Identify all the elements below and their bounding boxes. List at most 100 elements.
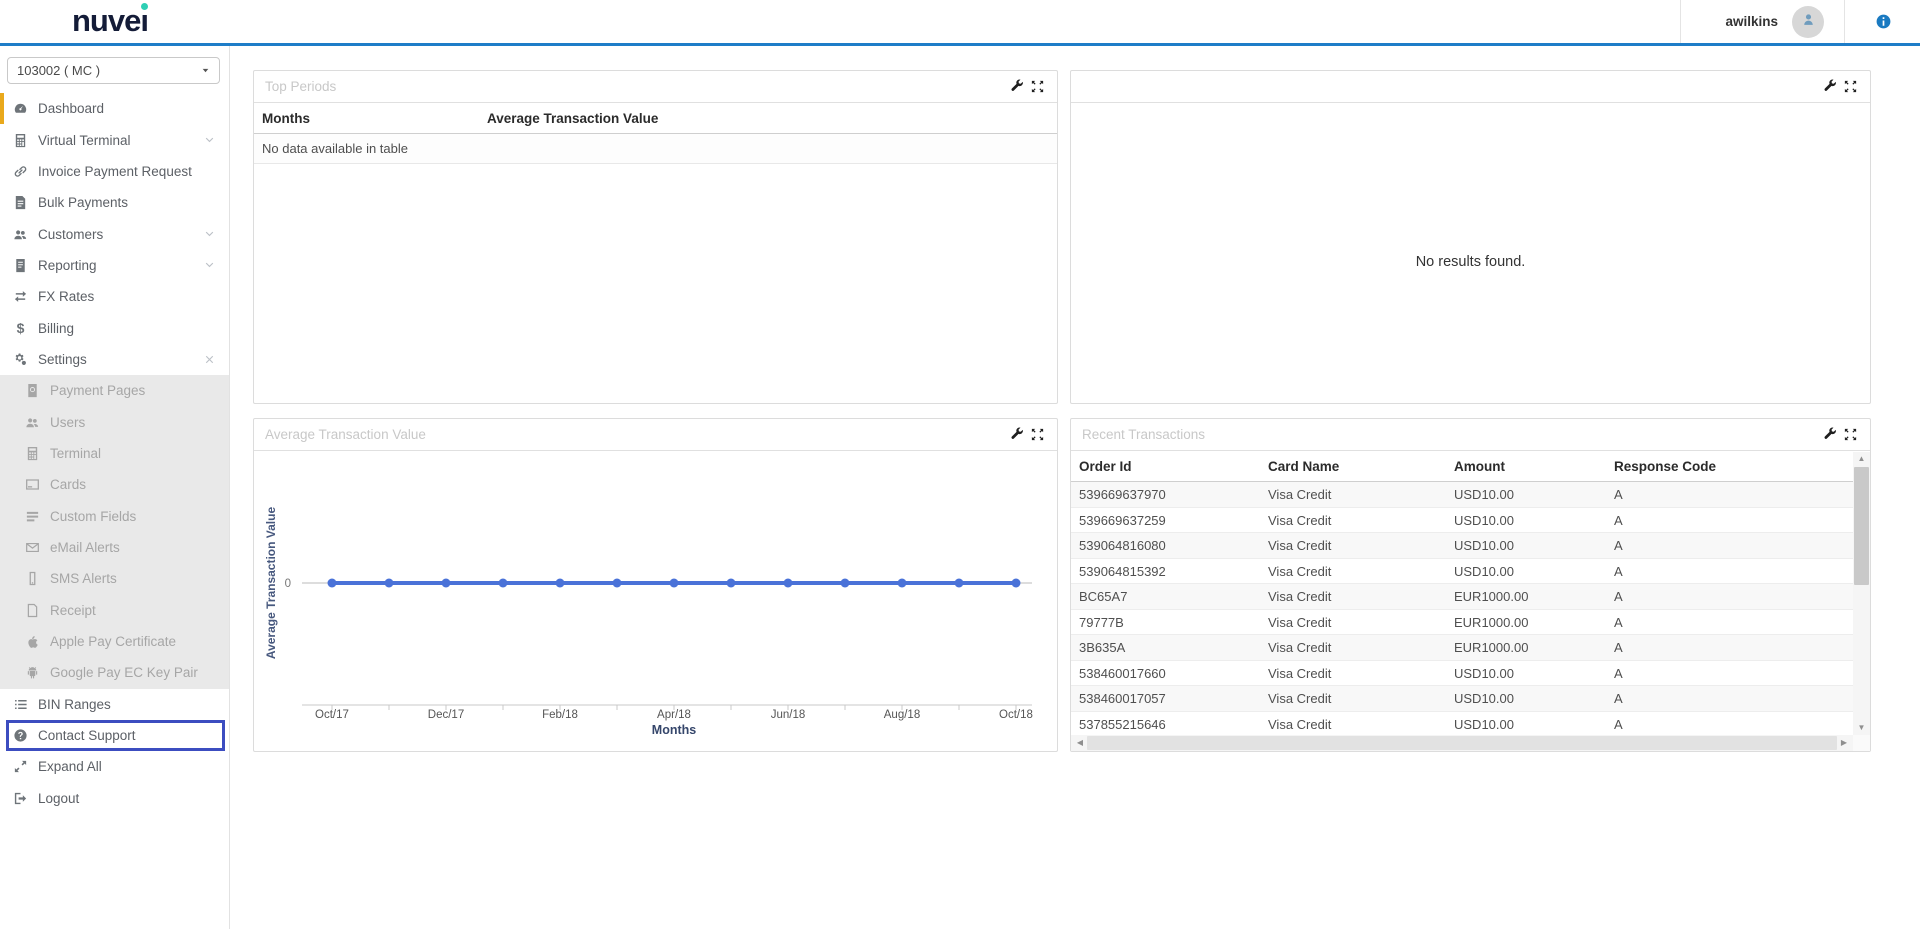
users-icon: [24, 415, 41, 430]
panel-title-text: Average Transaction Value: [265, 427, 426, 442]
sidebar-item-bulk-payments[interactable]: Bulk Payments: [0, 187, 229, 218]
sidebar-item-email-alerts[interactable]: eMail Alerts: [0, 532, 229, 563]
sidebar-item-virtual-terminal[interactable]: Virtual Terminal: [0, 124, 229, 155]
transaction-row[interactable]: 539669637970Visa CreditUSD10.00A: [1071, 482, 1853, 508]
card-name-cell: Visa Credit: [1268, 559, 1331, 585]
scroll-up-arrow-icon[interactable]: ▲: [1853, 452, 1870, 466]
chevron-down-icon[interactable]: [203, 134, 216, 147]
response-code-cell: A: [1614, 584, 1623, 610]
card-icon: [24, 477, 41, 492]
scroll-left-arrow-icon[interactable]: ◀: [1073, 735, 1087, 751]
horizontal-scroll-thumb[interactable]: [1087, 736, 1837, 750]
column-header-months[interactable]: Months: [262, 104, 310, 134]
order-id-cell: 539669637970: [1079, 482, 1166, 508]
sidebar-item-label: Receipt: [50, 603, 96, 618]
vertical-scroll-thumb[interactable]: [1854, 467, 1869, 585]
merchant-selector[interactable]: 103002 ( MC ): [7, 57, 220, 84]
sidebar-item-label: Billing: [38, 321, 74, 336]
nuvei-logo[interactable]: nuveı: [72, 3, 148, 39]
order-id-cell: 539064816080: [1079, 533, 1166, 559]
column-header-card-name[interactable]: Card Name: [1268, 452, 1339, 482]
scroll-down-arrow-icon[interactable]: ▼: [1853, 721, 1870, 735]
svg-text:Jun/18: Jun/18: [771, 709, 806, 721]
compress-icon[interactable]: [1030, 427, 1045, 442]
avatar[interactable]: [1792, 6, 1824, 38]
list-ol-icon: [12, 697, 29, 712]
sidebar-item-expand-all[interactable]: Expand All: [0, 751, 229, 782]
username[interactable]: awilkins: [1725, 14, 1778, 29]
sidebar-item-custom-fields[interactable]: Custom Fields: [0, 500, 229, 531]
sidebar-item-terminal[interactable]: Terminal: [0, 438, 229, 469]
panel-title: Top Periods: [254, 71, 1057, 103]
card-name-cell: Visa Credit: [1268, 712, 1331, 736]
order-id-cell: 538460017057: [1079, 686, 1166, 712]
sidebar-item-reporting[interactable]: Reporting: [0, 250, 229, 281]
sidebar-item-bin-ranges[interactable]: BIN Ranges: [0, 689, 229, 720]
exchange-icon: [12, 289, 29, 304]
wrench-icon[interactable]: [1010, 79, 1025, 94]
sidebar-item-users[interactable]: Users: [0, 406, 229, 437]
compress-icon[interactable]: [1843, 427, 1858, 442]
vertical-scrollbar[interactable]: ▲ ▼: [1853, 452, 1870, 735]
sidebar-item-payment-pages[interactable]: Payment Pages: [0, 375, 229, 406]
transaction-row[interactable]: 539669637259Visa CreditUSD10.00A: [1071, 508, 1853, 534]
svg-text:Oct/18: Oct/18: [999, 709, 1033, 721]
compress-icon[interactable]: [1843, 79, 1858, 94]
sidebar-item-label: Expand All: [38, 759, 102, 774]
svg-text:Apr/18: Apr/18: [657, 709, 691, 721]
horizontal-scrollbar[interactable]: ◀ ▶: [1071, 735, 1853, 751]
svg-text:Feb/18: Feb/18: [542, 709, 578, 721]
transaction-row[interactable]: 539064816080Visa CreditUSD10.00A: [1071, 533, 1853, 559]
card-name-cell: Visa Credit: [1268, 610, 1331, 636]
column-header-order-id[interactable]: Order Id: [1079, 452, 1132, 482]
column-header-amount[interactable]: Amount: [1454, 452, 1505, 482]
wrench-icon[interactable]: [1010, 427, 1025, 442]
scroll-right-arrow-icon[interactable]: ▶: [1837, 735, 1851, 751]
sidebar-item-sms-alerts[interactable]: SMS Alerts: [0, 563, 229, 594]
top-periods-panel: Top Periods Months Average Transaction V…: [253, 70, 1058, 404]
transaction-row[interactable]: 79777BVisa CreditEUR1000.00A: [1071, 610, 1853, 636]
sidebar-item-fx-rates[interactable]: FX Rates: [0, 281, 229, 312]
card-name-cell: Visa Credit: [1268, 661, 1331, 687]
amount-cell: EUR1000.00: [1454, 610, 1528, 636]
card-name-cell: Visa Credit: [1268, 686, 1331, 712]
sidebar-item-contact-support[interactable]: Contact Support: [6, 720, 225, 751]
column-header-response-code[interactable]: Response Code: [1614, 452, 1716, 482]
sidebar-item-google-pay-ec-key-pair[interactable]: Google Pay EC Key Pair: [0, 657, 229, 688]
sidebar-item-logout[interactable]: Logout: [0, 783, 229, 814]
column-header-avg-transaction-value[interactable]: Average Transaction Value: [487, 104, 658, 134]
chevron-down-icon[interactable]: [203, 259, 216, 272]
transaction-row[interactable]: 539064815392Visa CreditUSD10.00A: [1071, 559, 1853, 585]
info-icon[interactable]: [1875, 13, 1892, 30]
sidebar-item-settings[interactable]: Settings: [0, 344, 229, 375]
transaction-row[interactable]: BC65A7Visa CreditEUR1000.00A: [1071, 584, 1853, 610]
compress-icon[interactable]: [1030, 79, 1045, 94]
amount-cell: EUR1000.00: [1454, 584, 1528, 610]
sidebar-item-dashboard[interactable]: Dashboard: [0, 93, 229, 124]
transaction-row[interactable]: 538460017660Visa CreditUSD10.00A: [1071, 661, 1853, 687]
transaction-row[interactable]: 538460017057Visa CreditUSD10.00A: [1071, 686, 1853, 712]
sidebar-item-invoice-payment-request[interactable]: Invoice Payment Request: [0, 156, 229, 187]
list-lines-icon: [24, 509, 41, 524]
sidebar-item-label: Bulk Payments: [38, 195, 128, 210]
svg-text:Oct/17: Oct/17: [315, 709, 349, 721]
wrench-icon[interactable]: [1823, 79, 1838, 94]
sidebar-item-label: Custom Fields: [50, 509, 136, 524]
scrollbar-corner: [1853, 735, 1870, 751]
sidebar-item-apple-pay-certificate[interactable]: Apple Pay Certificate: [0, 626, 229, 657]
transaction-row[interactable]: 537855215646Visa CreditUSD10.00A: [1071, 712, 1853, 736]
response-code-cell: A: [1614, 635, 1623, 661]
sidebar-item-cards[interactable]: Cards: [0, 469, 229, 500]
chevron-down-icon[interactable]: [203, 228, 216, 241]
sidebar-item-billing[interactable]: $ Billing: [0, 312, 229, 343]
sidebar-item-receipt[interactable]: Receipt: [0, 595, 229, 626]
wrench-icon[interactable]: [1823, 427, 1838, 442]
card-name-cell: Visa Credit: [1268, 482, 1331, 508]
transaction-row[interactable]: 3B635AVisa CreditEUR1000.00A: [1071, 635, 1853, 661]
close-icon[interactable]: [203, 353, 216, 366]
file-invoice-icon: [12, 195, 29, 210]
sidebar-item-customers[interactable]: Customers: [0, 218, 229, 249]
dollar-icon: $: [12, 320, 29, 336]
mobile-icon: [24, 571, 41, 586]
calculator-icon: [12, 133, 29, 148]
